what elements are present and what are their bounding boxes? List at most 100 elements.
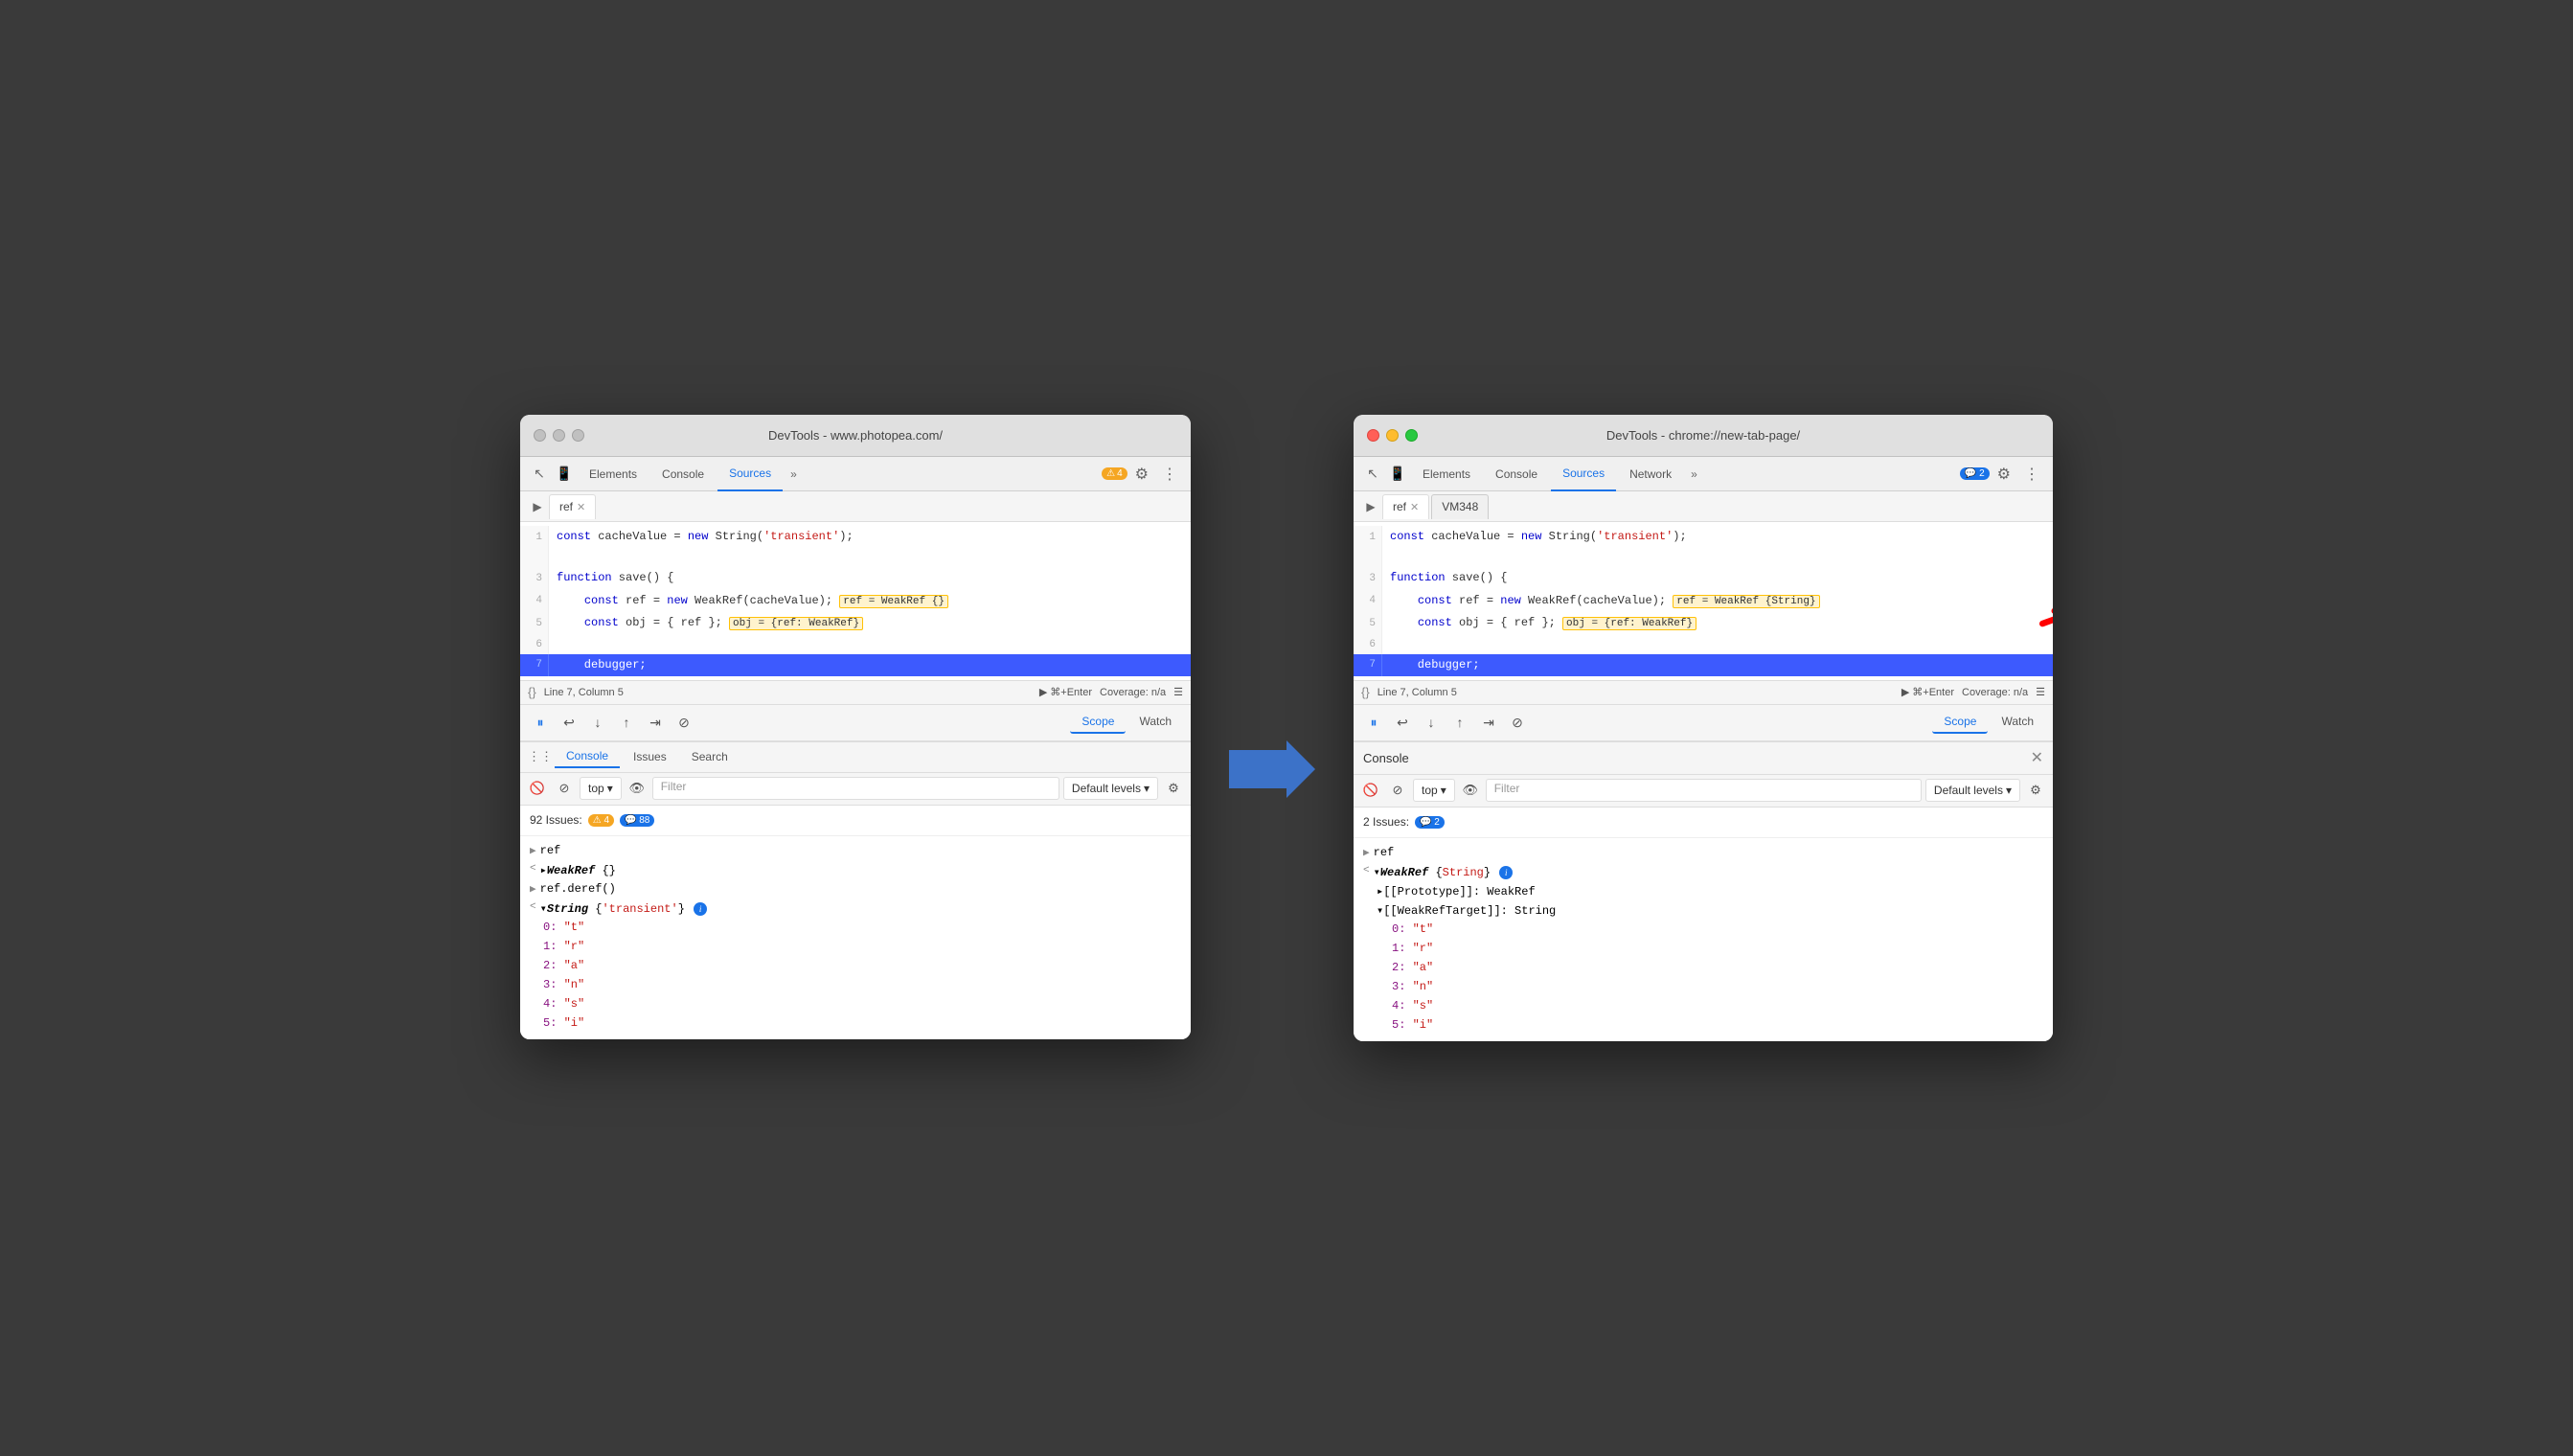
right-cursor-icon[interactable]: ↖ <box>1361 463 1384 486</box>
left-more-tabs-icon[interactable]: ⋮⋮ <box>528 744 553 769</box>
console-str-2: 2: "a" <box>520 957 1191 976</box>
left-scope-tab[interactable]: Scope <box>1070 711 1126 734</box>
left-max-button[interactable] <box>572 429 584 442</box>
left-min-button[interactable] <box>553 429 565 442</box>
right-nav-tabs: ↖ 📱 Elements Console Sources Network » 💬… <box>1354 457 2053 491</box>
right-console-clear[interactable]: 🚫 <box>1359 779 1382 802</box>
right-max-button[interactable] <box>1405 429 1418 442</box>
left-coverage-icon: ☰ <box>1173 686 1183 698</box>
left-settings-icon[interactable]: ⚙ <box>1129 461 1154 488</box>
left-top-label: top <box>588 782 604 795</box>
left-console-settings[interactable]: ⚙ <box>1162 777 1185 800</box>
left-console-tab[interactable]: Console <box>555 745 620 768</box>
right-str-5: 5: "i" <box>1354 1016 2053 1035</box>
right-debug-tabs: Scope Watch <box>1932 711 2045 734</box>
right-device-icon[interactable]: 📱 <box>1386 463 1409 486</box>
right-tab-sources[interactable]: Sources <box>1551 457 1616 491</box>
left-tab-sources[interactable]: Sources <box>717 457 783 491</box>
left-info-badge: 💬 88 <box>620 814 654 827</box>
left-levels-chevron: ▾ <box>1144 782 1150 795</box>
right-settings-icon[interactable]: ⚙ <box>1992 461 2016 488</box>
left-console-stop[interactable]: ⊘ <box>553 777 576 800</box>
right-console-stop[interactable]: ⊘ <box>1386 779 1409 802</box>
blue-arrow-container <box>1229 740 1315 798</box>
left-more-icon[interactable]: ⋮ <box>1156 461 1183 488</box>
left-console-toolbar: 🚫 ⊘ top ▾ 👁 Filter Default levels ▾ ⚙ <box>520 773 1191 806</box>
left-issues-bar: 92 Issues: ⚠ 4 💬 88 <box>520 806 1191 836</box>
right-proto: ▸[[Prototype]]: WeakRef <box>1354 882 2053 901</box>
left-console-eye[interactable]: 👁 <box>626 777 649 800</box>
right-filter-input[interactable]: Filter <box>1486 779 1922 802</box>
right-debug-pause[interactable]: ⏸ <box>1361 710 1386 735</box>
left-issues-count: 92 Issues: <box>530 813 582 827</box>
left-close-button[interactable] <box>534 429 546 442</box>
console-str-5: 5: "i" <box>520 1014 1191 1034</box>
right-nav-more[interactable]: » <box>1685 464 1703 485</box>
left-coverage: Coverage: n/a <box>1100 687 1166 698</box>
left-debug-deactivate[interactable]: ⊘ <box>672 710 696 735</box>
left-debug-step-out[interactable]: ↑ <box>614 710 639 735</box>
right-console-row-ref: ▶ ref <box>1354 844 2053 863</box>
left-default-levels[interactable]: Default levels ▾ <box>1063 777 1158 800</box>
left-default-levels-label: Default levels <box>1072 782 1141 795</box>
right-coverage: Coverage: n/a <box>1962 687 2028 698</box>
left-device-icon[interactable]: 📱 <box>553 463 576 486</box>
left-file-tab-close[interactable]: ✕ <box>577 501 585 513</box>
right-close-button[interactable] <box>1367 429 1379 442</box>
left-filter-input[interactable]: Filter <box>652 777 1059 800</box>
left-debug-step[interactable]: ⇥ <box>643 710 668 735</box>
right-str-1: 1: "r" <box>1354 940 2053 959</box>
right-console-eye[interactable]: 👁 <box>1459 779 1482 802</box>
code-line-5: 5 const obj = { ref }; obj = {ref: WeakR… <box>520 612 1191 635</box>
right-debug-step-into[interactable]: ↓ <box>1419 710 1444 735</box>
left-run-btn[interactable]: ▶ ⌘+Enter <box>1039 686 1092 698</box>
right-file-tab-close[interactable]: ✕ <box>1410 501 1419 513</box>
right-debug-step-over[interactable]: ↩ <box>1390 710 1415 735</box>
left-console-clear[interactable]: 🚫 <box>526 777 549 800</box>
right-tab-elements[interactable]: Elements <box>1411 457 1482 491</box>
left-debug-step-over[interactable]: ↩ <box>557 710 581 735</box>
right-debug-deactivate[interactable]: ⊘ <box>1505 710 1530 735</box>
right-default-levels[interactable]: Default levels ▾ <box>1925 779 2020 802</box>
right-status-line: Line 7, Column 5 <box>1378 687 1457 698</box>
left-code-area: 1 const cacheValue = new String('transie… <box>520 522 1191 680</box>
right-tab-console[interactable]: Console <box>1484 457 1549 491</box>
right-more-icon[interactable]: ⋮ <box>2018 461 2045 488</box>
right-status-braces-icon: {} <box>1361 685 1370 699</box>
left-search-tab[interactable]: Search <box>680 746 740 767</box>
right-scope-tab[interactable]: Scope <box>1932 711 1988 734</box>
right-run-btn[interactable]: ▶ ⌘+Enter <box>1901 686 1954 698</box>
right-console-close[interactable]: ✕ <box>2031 748 2043 767</box>
left-debug-toolbar: ⏸ ↩ ↓ ↑ ⇥ ⊘ Scope Watch <box>520 705 1191 741</box>
left-tab-elements[interactable]: Elements <box>578 457 649 491</box>
left-debug-tabs: Scope Watch <box>1070 711 1183 734</box>
right-str-0: 0: "t" <box>1354 921 2053 940</box>
left-status-bar: {} Line 7, Column 5 ▶ ⌘+Enter Coverage: … <box>520 680 1191 705</box>
left-debug-pause[interactable]: ⏸ <box>528 710 553 735</box>
right-file-tab-ref[interactable]: ref ✕ <box>1382 494 1429 519</box>
right-str-3: 3: "n" <box>1354 978 2053 997</box>
right-code-line-4: 4 const ref = new WeakRef(cacheValue); r… <box>1354 590 2053 613</box>
console-str-0: 0: "t" <box>520 919 1191 938</box>
right-top-dropdown[interactable]: top ▾ <box>1413 779 1455 802</box>
left-watch-tab[interactable]: Watch <box>1127 711 1183 734</box>
right-min-button[interactable] <box>1386 429 1399 442</box>
right-console-settings[interactable]: ⚙ <box>2024 779 2047 802</box>
right-console-title: Console <box>1363 751 1409 765</box>
console-str-3: 3: "n" <box>520 976 1191 995</box>
left-issues-tab[interactable]: Issues <box>622 746 678 767</box>
right-traffic-lights <box>1367 429 1418 442</box>
left-top-dropdown[interactable]: top ▾ <box>580 777 622 800</box>
left-cursor-icon[interactable]: ↖ <box>528 463 551 486</box>
left-nav-more[interactable]: » <box>785 464 803 485</box>
right-debug-step-out[interactable]: ↑ <box>1447 710 1472 735</box>
right-file-tab-vm[interactable]: VM348 <box>1431 494 1489 519</box>
left-debug-step-into[interactable]: ↓ <box>585 710 610 735</box>
code-line-3: 3 function save() { <box>520 567 1191 589</box>
right-tab-network[interactable]: Network <box>1618 457 1683 491</box>
left-file-tab-ref[interactable]: ref ✕ <box>549 494 596 519</box>
left-tab-console[interactable]: Console <box>650 457 716 491</box>
right-debug-step[interactable]: ⇥ <box>1476 710 1501 735</box>
right-watch-tab[interactable]: Watch <box>1990 711 2045 734</box>
left-window-title: DevTools - www.photopea.com/ <box>768 428 943 443</box>
